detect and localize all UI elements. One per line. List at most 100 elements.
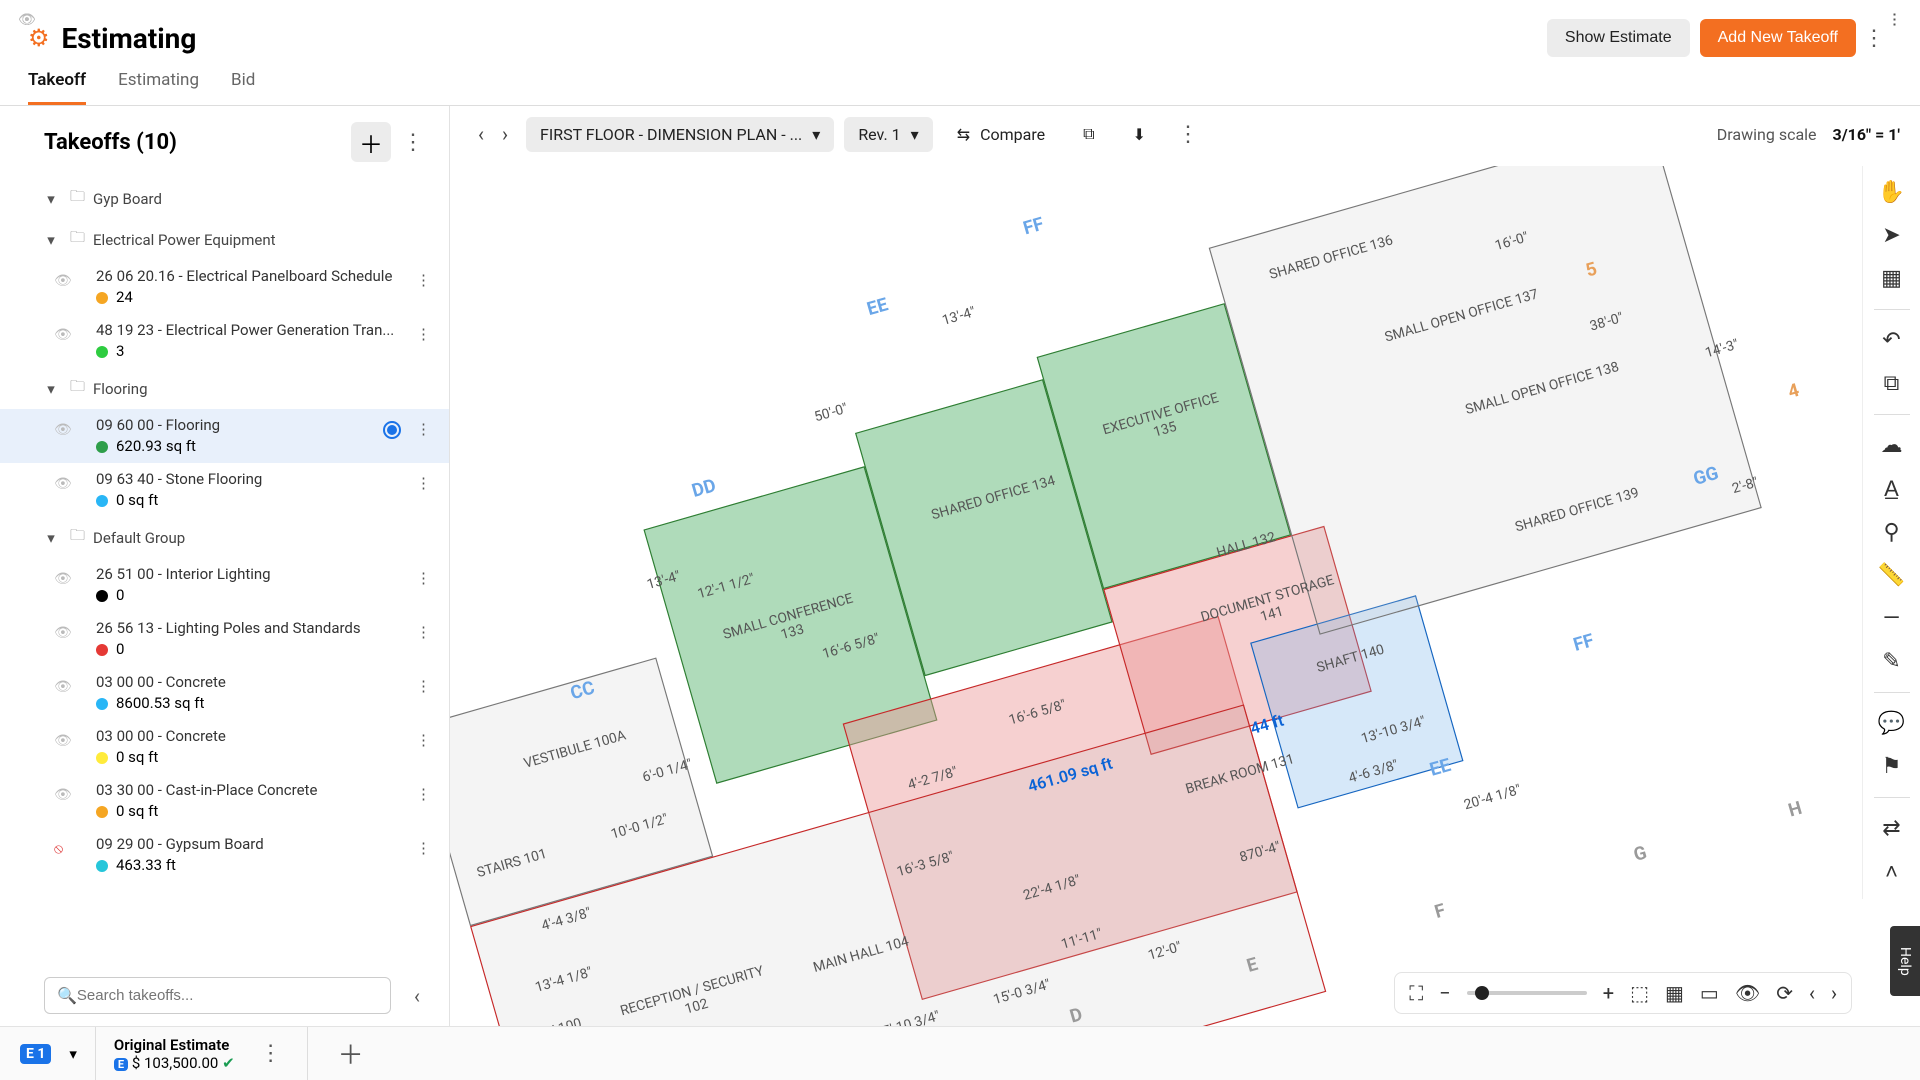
zoom-in-button[interactable]: +: [1603, 981, 1614, 1005]
undo-icon[interactable]: ↶: [1882, 328, 1900, 353]
copy-icon[interactable]: ⧉: [1884, 371, 1900, 396]
row-kebab-icon[interactable]: ⋮: [416, 730, 431, 751]
pointer-tool-icon[interactable]: ➤: [1882, 223, 1900, 248]
tab-bid[interactable]: Bid: [231, 70, 255, 105]
estimate-tab[interactable]: Original Estimate E $ 103,500.00 ✔: [114, 1036, 235, 1072]
search-input[interactable]: [77, 987, 378, 1004]
takeoff-item[interactable]: 👁 09 63 40 - Stone Flooring 0 sq ft ⋮: [0, 463, 449, 517]
row-kebab-icon[interactable]: ⋮: [416, 568, 431, 589]
next-page-icon[interactable]: ›: [1831, 981, 1837, 1005]
line-tool-icon[interactable]: —: [1883, 606, 1900, 631]
comment-icon[interactable]: 💬: [1878, 711, 1905, 736]
revision-selector[interactable]: Rev. 1▾: [844, 117, 932, 152]
tab-takeoff[interactable]: Takeoff: [28, 70, 86, 105]
item-name: 48 19 23 - Electrical Power Generation T…: [96, 320, 437, 341]
folder-icon: 🗀: [70, 186, 85, 211]
visibility-icon[interactable]: 👁: [54, 678, 72, 698]
add-estimate-button[interactable]: ＋: [326, 1035, 376, 1072]
row-kebab-icon[interactable]: ⋮: [416, 473, 431, 494]
selected-radio-icon[interactable]: [383, 421, 401, 439]
axis-label: FF: [1571, 629, 1596, 656]
next-sheet-button[interactable]: ›: [502, 122, 508, 146]
chevron-down-icon[interactable]: ▾: [40, 380, 62, 398]
cloud-icon[interactable]: ☁: [1881, 433, 1903, 458]
fit-page-icon[interactable]: ▭: [1700, 981, 1719, 1005]
refresh-icon[interactable]: ⟳: [1776, 981, 1793, 1005]
group-row[interactable]: 👁 ▾ 🗀 Flooring ⋮: [0, 368, 449, 409]
sidebar-kebab-icon[interactable]: ⋮: [395, 130, 431, 155]
group-row[interactable]: 👁 ▾ 🗀 Gyp Board ⋮: [0, 178, 449, 219]
ruler-tool-icon[interactable]: 📏: [1878, 563, 1905, 588]
estimate-footer: E 1 ▾ Original Estimate E $ 103,500.00 ✔…: [0, 1026, 1920, 1080]
swap-icon[interactable]: ⇄: [1882, 816, 1900, 841]
chevron-right-icon[interactable]: ▾: [40, 190, 62, 208]
group-row[interactable]: 👁 ▾ 🗀 Electrical Power Equipment ⋮: [0, 219, 449, 260]
visibility-icon[interactable]: 👁: [54, 475, 72, 495]
takeoff-item[interactable]: 👁 48 19 23 - Electrical Power Generation…: [0, 314, 449, 368]
visibility-icon[interactable]: 👁: [54, 624, 72, 644]
search-input-wrapper[interactable]: 🔍: [44, 977, 391, 1014]
pan-tool-icon[interactable]: ✋: [1878, 180, 1905, 205]
text-tool-icon[interactable]: A̲: [1884, 476, 1899, 502]
chevron-down-icon: ▾: [911, 125, 919, 144]
visibility-off-icon[interactable]: ⦸: [54, 840, 63, 860]
prev-page-icon[interactable]: ‹: [1809, 981, 1815, 1005]
sheet-selector[interactable]: FIRST FLOOR - DIMENSION PLAN - ...▾: [526, 117, 834, 152]
canvas-toolbar: ‹ › FIRST FLOOR - DIMENSION PLAN - ...▾ …: [450, 106, 1920, 162]
row-kebab-icon[interactable]: ⋮: [416, 676, 431, 697]
drawing-canvas[interactable]: SHARED OFFICE 134 EXECUTIVE OFFICE 135 S…: [450, 166, 1920, 1026]
takeoff-item[interactable]: 👁 03 30 00 - Cast-in-Place Concrete 0 sq…: [0, 774, 449, 828]
add-takeoff-button[interactable]: Add New Takeoff: [1700, 19, 1856, 57]
chevron-down-icon[interactable]: ▾: [69, 1045, 77, 1063]
footer-kebab-icon[interactable]: ⋮: [253, 1041, 289, 1066]
fit-width-icon[interactable]: ⬚: [1630, 981, 1649, 1005]
pencil-tool-icon[interactable]: ✎: [1882, 649, 1900, 674]
group-row[interactable]: 👁 ▾ 🗀 Default Group ⋮: [0, 517, 449, 558]
row-kebab-icon[interactable]: ⋮: [416, 838, 431, 859]
item-value: 0 sq ft: [116, 801, 158, 822]
help-tab[interactable]: Help: [1890, 926, 1920, 996]
visibility-icon[interactable]: 👁: [54, 786, 72, 806]
header-kebab-icon[interactable]: ⋮: [1856, 26, 1892, 51]
row-kebab-icon[interactable]: ⋮: [416, 324, 431, 345]
takeoff-item[interactable]: 👁 26 06 20.16 - Electrical Panelboard Sc…: [0, 260, 449, 314]
collapse-up-icon[interactable]: ˄: [1885, 859, 1898, 885]
grid-icon[interactable]: ▦: [1665, 981, 1684, 1005]
visibility-icon[interactable]: 👁: [54, 326, 72, 346]
row-kebab-icon[interactable]: ⋮: [416, 419, 431, 440]
fullscreen-icon[interactable]: ⛶: [1409, 981, 1423, 1005]
zoom-out-button[interactable]: −: [1439, 981, 1450, 1005]
open-external-button[interactable]: ⧉: [1069, 116, 1108, 152]
takeoff-item[interactable]: 👁 09 60 00 - Flooring 620.93 sq ft ⋮: [0, 409, 449, 463]
flag-icon[interactable]: ⚑: [1882, 754, 1902, 779]
estimate-chip[interactable]: E 1: [20, 1044, 51, 1064]
chevron-down-icon[interactable]: ▾: [40, 231, 62, 249]
visibility-icon[interactable]: 👁: [54, 272, 72, 292]
visibility-icon[interactable]: 👁: [54, 570, 72, 590]
visibility-icon[interactable]: 👁: [54, 732, 72, 752]
canvas-kebab-icon[interactable]: ⋮: [1170, 122, 1206, 147]
eye-icon[interactable]: 👁: [1735, 981, 1760, 1005]
takeoff-item[interactable]: ⦸ 09 29 00 - Gypsum Board 463.33 ft ⋮: [0, 828, 449, 882]
item-value: 0: [116, 585, 124, 606]
prev-sheet-button[interactable]: ‹: [478, 122, 484, 146]
marquee-tool-icon[interactable]: ▦: [1881, 266, 1902, 291]
tab-estimating[interactable]: Estimating: [118, 70, 199, 105]
add-takeoff-plus-button[interactable]: ＋: [351, 122, 391, 162]
takeoff-item[interactable]: 👁 26 51 00 - Interior Lighting 0 ⋮: [0, 558, 449, 612]
zoom-slider[interactable]: [1467, 991, 1587, 995]
stamp-tool-icon[interactable]: ⚲: [1883, 520, 1899, 545]
collapse-sidebar-button[interactable]: ‹: [403, 984, 431, 1008]
row-kebab-icon[interactable]: ⋮: [416, 622, 431, 643]
download-button[interactable]: ⬇: [1119, 117, 1160, 152]
sheet-name: FIRST FLOOR - DIMENSION PLAN - ...: [540, 125, 802, 144]
show-estimate-button[interactable]: Show Estimate: [1547, 19, 1690, 57]
takeoff-item[interactable]: 👁 03 00 00 - Concrete 0 sq ft ⋮: [0, 720, 449, 774]
row-kebab-icon[interactable]: ⋮: [416, 270, 431, 291]
row-kebab-icon[interactable]: ⋮: [416, 784, 431, 805]
chevron-down-icon[interactable]: ▾: [40, 529, 62, 547]
compare-button[interactable]: ⇆Compare: [943, 117, 1059, 152]
takeoff-item[interactable]: 👁 03 00 00 - Concrete 8600.53 sq ft ⋮: [0, 666, 449, 720]
takeoff-item[interactable]: 👁 26 56 13 - Lighting Poles and Standard…: [0, 612, 449, 666]
visibility-icon[interactable]: 👁: [54, 421, 72, 441]
